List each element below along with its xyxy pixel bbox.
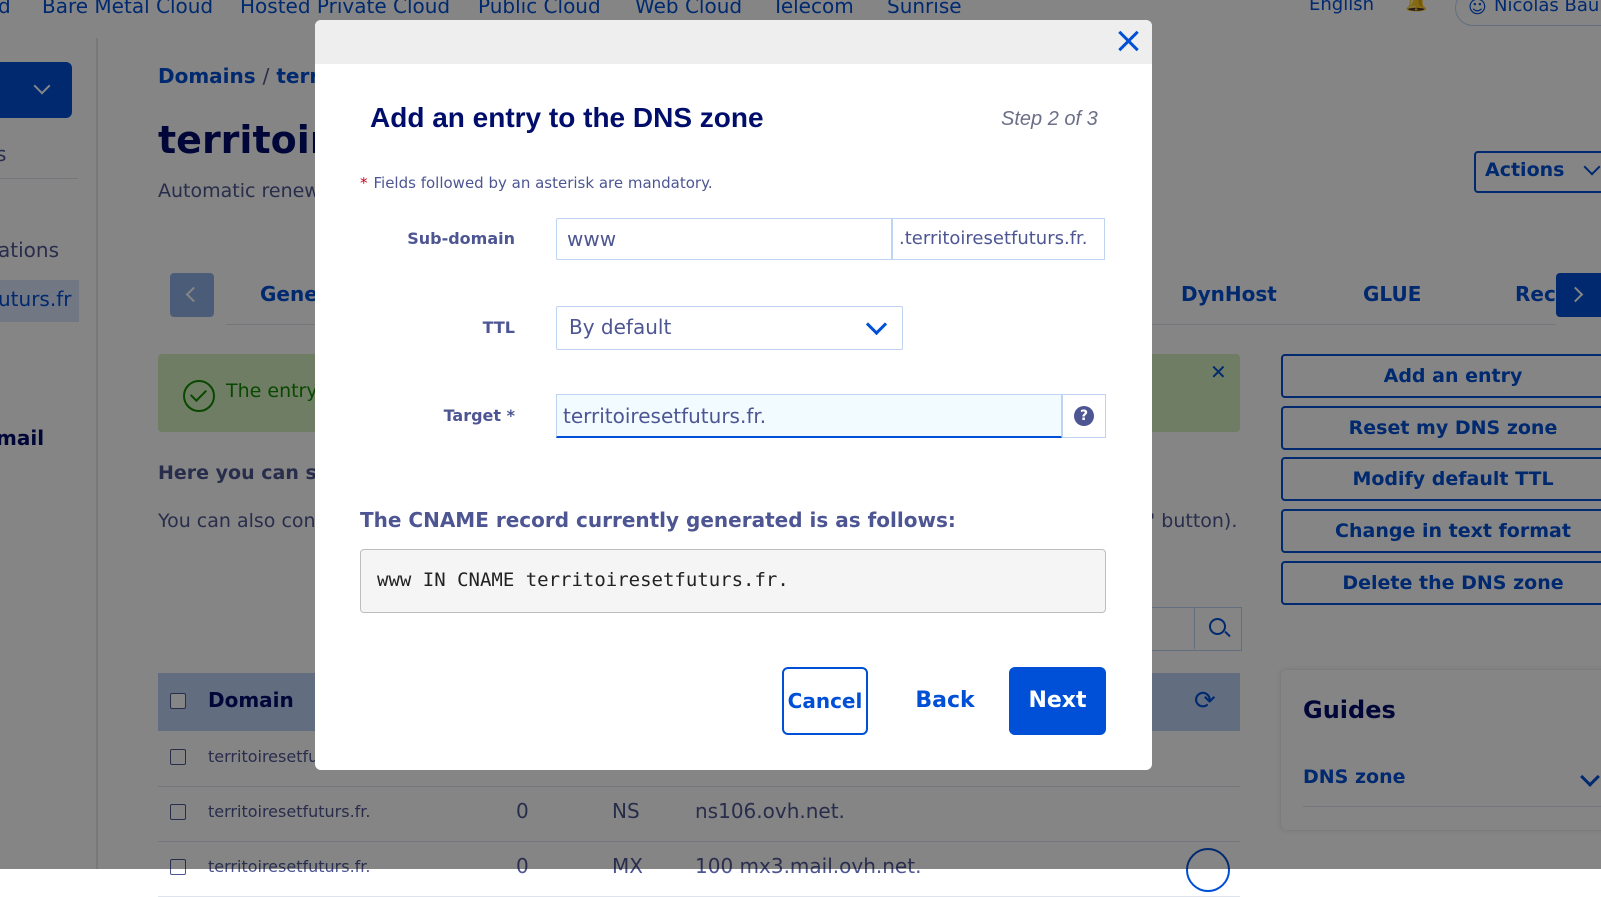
ttl-label: TTL: [482, 318, 515, 337]
cancel-button[interactable]: Cancel: [782, 667, 868, 735]
subdomain-label: Sub-domain: [407, 229, 515, 248]
target-label: Target *: [443, 406, 515, 425]
close-icon[interactable]: [1111, 24, 1145, 58]
back-button[interactable]: Back: [895, 667, 995, 735]
help-icon: ?: [1074, 406, 1094, 426]
generated-record-box: www IN CNAME territoiresetfuturs.fr.: [360, 549, 1106, 613]
mandatory-note-text: Fields followed by an asterisk are manda…: [373, 174, 713, 192]
target-input[interactable]: territoiresetfuturs.fr.: [556, 394, 1062, 438]
modal-title: Add an entry to the DNS zone: [370, 102, 764, 133]
next-button[interactable]: Next: [1009, 667, 1106, 735]
mandatory-note: * Fields followed by an asterisk are mand…: [360, 174, 713, 192]
ttl-select[interactable]: By default: [556, 306, 903, 350]
target-help-button[interactable]: ?: [1062, 394, 1106, 438]
generated-record: www IN CNAME territoiresetfuturs.fr.: [377, 569, 789, 591]
subdomain-suffix: .territoiresetfuturs.fr.: [892, 218, 1105, 260]
generated-record-heading: The CNAME record currently generated is …: [360, 508, 956, 532]
subdomain-input[interactable]: www: [556, 218, 892, 260]
chevron-down-icon: [865, 313, 888, 336]
ttl-value: By default: [569, 315, 672, 339]
asterisk: *: [360, 174, 368, 192]
step-indicator: Step 2 of 3: [1001, 108, 1098, 130]
modal-header: [315, 20, 1152, 64]
add-dns-entry-modal: Add an entry to the DNS zone Step 2 of 3…: [315, 20, 1152, 770]
